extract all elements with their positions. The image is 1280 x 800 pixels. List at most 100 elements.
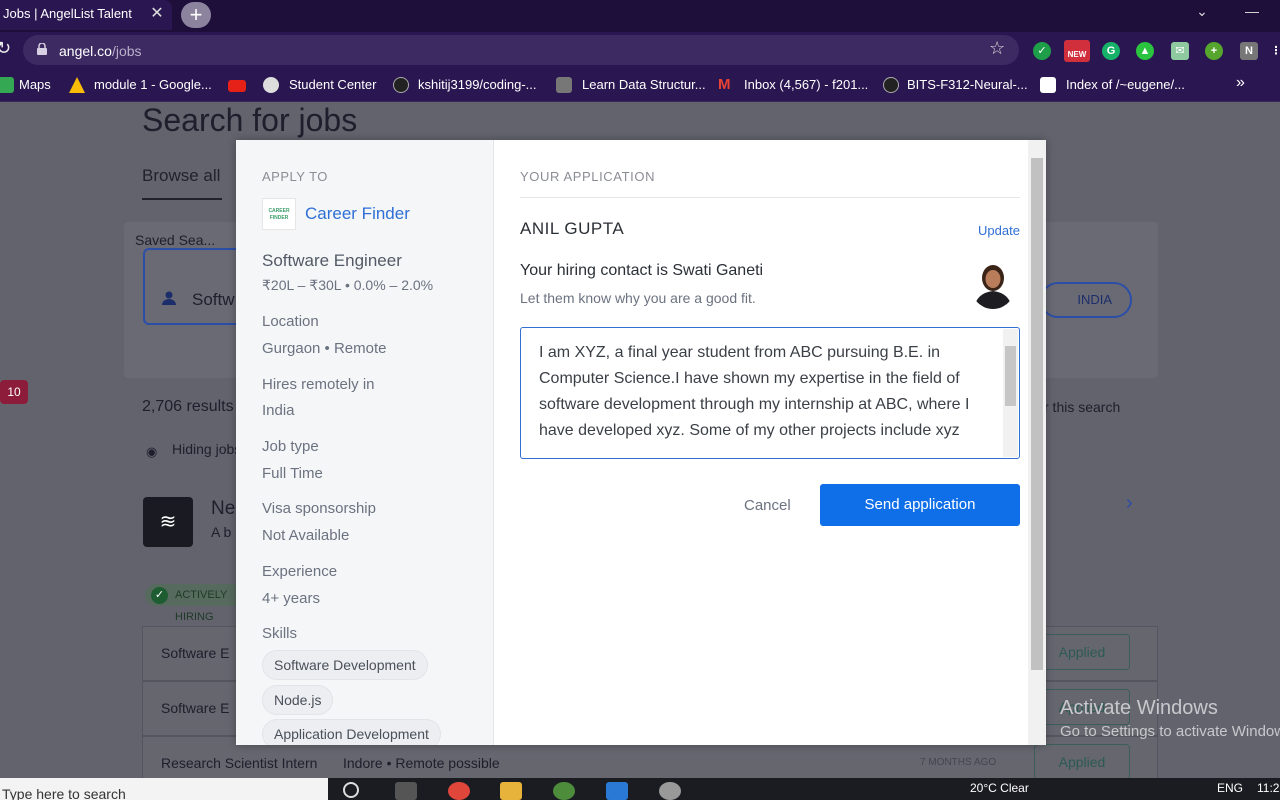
tab-search-icon[interactable]: ⌄	[1178, 0, 1226, 24]
tab-title: Jobs | AngelList Talent	[3, 6, 132, 21]
bookmark-module[interactable]: module 1 - Google...	[94, 77, 212, 92]
notification-badge: 10	[0, 380, 28, 404]
divider	[520, 197, 1020, 198]
saved-searches[interactable]: Saved Sea...	[135, 232, 215, 248]
weather[interactable]: 20°C Clear	[970, 781, 1029, 795]
check-icon: ✓	[151, 587, 168, 604]
detail-label-remote: Hires remotely in	[262, 376, 375, 393]
activate-windows-title: Activate Windows	[1060, 697, 1218, 719]
person-icon	[162, 291, 176, 305]
grammarly-icon[interactable]: G	[1102, 42, 1120, 60]
skills-label: Skills	[262, 625, 298, 642]
applied-button[interactable]: Applied	[1034, 744, 1130, 778]
language-indicator[interactable]: ENG	[1217, 781, 1243, 795]
tab-underline	[142, 198, 222, 200]
cancel-button[interactable]: Cancel	[744, 497, 791, 514]
extension-new-icon[interactable]: NEW	[1064, 40, 1090, 62]
extension-plus-icon[interactable]: +	[1205, 42, 1223, 60]
update-profile-link[interactable]: Update	[978, 223, 1020, 238]
minimize-window-button[interactable]: —	[1228, 0, 1276, 24]
company-name[interactable]: Ne	[211, 498, 235, 520]
job-summary-panel: APPLY TO CAREER FINDER Career Finder Sof…	[236, 140, 494, 745]
detail-label-visa: Visa sponsorship	[262, 500, 376, 517]
compensation: ₹20L – ₹30L • 0.0% – 2.0%	[262, 277, 434, 293]
detail-label-job-type: Job type	[262, 438, 319, 455]
maps-icon	[0, 77, 14, 93]
url-path: /jobs	[111, 43, 142, 59]
extension-thumb-icon[interactable]: ▲	[1136, 42, 1154, 60]
search-icon[interactable]	[343, 782, 359, 798]
bookmark-student-center[interactable]: Student Center	[289, 77, 376, 92]
job-row-title: Research Scientist Intern	[161, 755, 318, 771]
menu-kebab-icon[interactable]: ⋮	[1267, 42, 1280, 60]
tab-strip: Jobs | AngelList Talent ✕ + ⌄ —	[0, 0, 1280, 32]
new-tab-button[interactable]: +	[181, 2, 211, 28]
chevron-right-icon[interactable]: ›	[1126, 492, 1133, 515]
windows-taskbar: Type here to search 20°C Clear ENG 11:2	[0, 778, 1280, 800]
results-count: 2,706 results	[142, 398, 234, 415]
tab-browse-all[interactable]: Browse all	[142, 166, 220, 186]
address-bar[interactable]: angel.co/jobs ☆	[23, 35, 1019, 65]
bookmark-coding[interactable]: kshitij3199/coding-...	[418, 77, 537, 92]
chrome-icon-2[interactable]	[553, 782, 575, 800]
job-title: Software Engineer	[262, 251, 402, 270]
extension-check-icon[interactable]: ✓	[1033, 42, 1051, 60]
clock[interactable]: 11:2	[1257, 781, 1279, 795]
detail-label-experience: Experience	[262, 563, 338, 580]
folder-icon[interactable]	[500, 782, 522, 800]
bookmark-star-icon[interactable]: ☆	[989, 38, 1005, 59]
modal-scroll-thumb[interactable]	[1031, 158, 1043, 670]
detail-value-job-type: Full Time	[262, 465, 323, 482]
job-row-title: Software E	[161, 700, 230, 716]
job-row-location: Indore • Remote possible	[343, 755, 500, 771]
company-logo: ≋	[143, 497, 193, 547]
bookmark-index[interactable]: Index of /~eugene/...	[1066, 77, 1185, 92]
browser-tab[interactable]: Jobs | AngelList Talent ✕	[0, 0, 172, 30]
company-description: A b	[211, 524, 232, 540]
detail-label-location: Location	[262, 313, 319, 330]
job-row-title: Software E	[161, 645, 230, 661]
taskbar-search[interactable]: Type here to search	[0, 778, 328, 800]
skill-chip: Software Development	[262, 650, 428, 680]
cover-note-textarea[interactable]: I am XYZ, a final year student from ABC …	[520, 327, 1020, 459]
chrome-icon[interactable]	[448, 782, 470, 800]
role-search-text: Softw	[192, 290, 235, 309]
hiding-jobs-text[interactable]: Hiding jobs	[172, 441, 241, 457]
reload-icon[interactable]: ↻	[0, 38, 11, 59]
location-pill[interactable]: INDIA	[1040, 282, 1132, 318]
detail-value-visa: Not Available	[262, 527, 350, 544]
avatar	[970, 259, 1016, 309]
skill-chip: Node.js	[262, 685, 334, 715]
bookmark-learn-ds[interactable]: Learn Data Structur...	[582, 77, 706, 92]
eye-icon: ◉	[146, 444, 158, 459]
vscode-icon[interactable]	[606, 782, 628, 800]
github-icon-2	[883, 77, 899, 93]
send-application-button[interactable]: Send application	[820, 484, 1020, 526]
detail-value-experience: 4+ years	[262, 590, 320, 607]
job-row-age: 7 MONTHS AGO	[920, 757, 997, 768]
gmail-icon: M	[718, 76, 731, 93]
github-icon	[393, 77, 409, 93]
applicant-name: ANIL GUPTA	[520, 219, 625, 238]
bookmark-bits[interactable]: BITS-F312-Neural-...	[907, 77, 1028, 92]
extension-mail-icon[interactable]: ✉	[1171, 42, 1189, 60]
page-title: Search for jobs	[142, 102, 358, 138]
close-tab-icon[interactable]: ✕	[148, 0, 166, 28]
company-link[interactable]: Career Finder	[305, 204, 410, 224]
task-view-icon[interactable]	[395, 782, 417, 800]
activate-windows-subtitle: Go to Settings to activate Windows.	[1060, 723, 1280, 740]
bookmarks-bar: Maps module 1 - Google... Student Center…	[0, 68, 1280, 102]
cover-note-text: I am XYZ, a final year student from ABC …	[539, 344, 970, 439]
bookmark-inbox[interactable]: Inbox (4,567) - f201...	[744, 77, 868, 92]
more-bookmarks-icon[interactable]: »	[1236, 74, 1245, 92]
textarea-scroll-thumb[interactable]	[1005, 346, 1016, 406]
detail-value-location: Gurgaon • Remote	[262, 340, 387, 357]
extension-n-icon[interactable]: N	[1240, 42, 1258, 60]
app-icon[interactable]	[659, 782, 681, 800]
role-search-box[interactable]	[143, 248, 243, 325]
youtube-icon	[228, 80, 246, 92]
cc-icon	[556, 77, 572, 93]
save-search-link[interactable]: r this search	[1044, 399, 1120, 415]
bookmark-maps[interactable]: Maps	[19, 77, 51, 92]
applied-button[interactable]: Applied	[1034, 634, 1130, 670]
